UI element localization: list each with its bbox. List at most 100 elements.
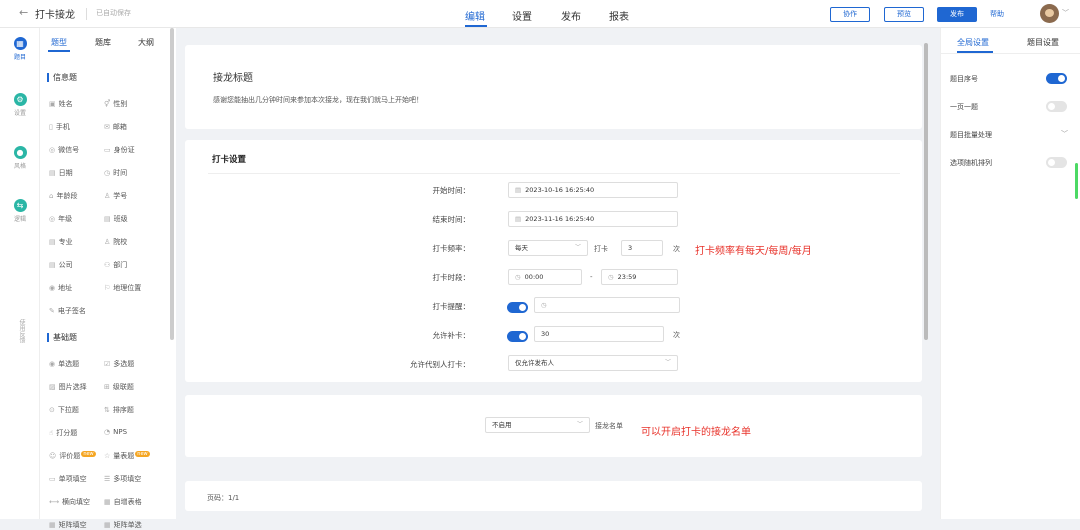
question-type-item[interactable]: ▦ 矩阵填空 <box>49 520 87 530</box>
question-type-item[interactable]: ♙ 院校 <box>104 237 127 247</box>
start-time-label: 开始时间： <box>432 186 471 195</box>
frequency-count-input[interactable]: 3 <box>621 240 663 256</box>
question-type-item[interactable]: ⚇ 部门 <box>104 260 127 270</box>
tab-outline[interactable]: 大纲 <box>138 37 154 48</box>
question-type-item[interactable]: ☰ 多项填空 <box>104 474 141 484</box>
makeup-label: 允许补卡： <box>432 331 471 340</box>
question-type-item[interactable]: ◉ 单选题 <box>49 359 79 369</box>
question-type-item[interactable]: ⟷ 横向填空 <box>49 497 90 507</box>
survey-description[interactable]: 感谢您能抽出几分钟时间来参加本次接龙，现在我们就马上开始吧！ <box>213 95 423 105</box>
random-options-label: 选项随机排列 <box>950 159 992 167</box>
nav-settings[interactable]: ⚙ 设置 <box>0 93 40 117</box>
namelist-select[interactable]: 不启用 ﹀ <box>485 417 590 433</box>
makeup-toggle[interactable] <box>507 331 528 342</box>
question-type-item[interactable]: ◷ 时间 <box>104 168 127 178</box>
reminder-time-input[interactable]: ◷ <box>534 297 680 313</box>
frequency-select[interactable]: 每天 ﹀ <box>508 240 588 256</box>
question-type-item[interactable]: ▤ 公司 <box>49 260 73 270</box>
nav-questions[interactable]: ▦ 题目 <box>0 37 40 61</box>
question-type-item[interactable]: ▣ 姓名 <box>49 99 73 109</box>
scrollbar[interactable] <box>924 43 928 340</box>
question-type-icon: ⊞ <box>104 383 110 391</box>
question-type-item[interactable]: ☆ 量表题 new <box>104 451 150 461</box>
question-type-item[interactable]: ▤ 专业 <box>49 237 73 247</box>
question-type-item[interactable]: ▨ 图片选择 <box>49 382 87 392</box>
tab-publish[interactable]: 发布 <box>561 8 581 23</box>
question-type-icon: ▦ <box>49 521 56 529</box>
question-type-item[interactable]: ✉ 邮箱 <box>104 122 127 132</box>
question-number-toggle[interactable] <box>1046 73 1067 84</box>
question-type-item[interactable]: ▭ 单项填空 <box>49 474 87 484</box>
question-type-item[interactable]: ◎ 微信号 <box>49 145 79 155</box>
question-type-icon: ▤ <box>49 169 56 177</box>
chevron-down-icon[interactable]: ﹀ <box>1062 8 1069 18</box>
question-type-item[interactable]: ☝ 打分题 <box>49 428 77 438</box>
question-type-item[interactable]: ☺ 评价题 new <box>49 451 96 461</box>
autosave-status: 已自动保存 <box>96 9 131 17</box>
publish-button[interactable]: 发布 <box>937 7 977 22</box>
question-type-item[interactable]: ⊙ 下拉题 <box>49 405 79 415</box>
question-type-item[interactable]: ▦ 自增表格 <box>104 497 142 507</box>
question-type-item[interactable]: ▤ 班级 <box>104 214 128 224</box>
question-type-icon: ☺ <box>49 452 57 460</box>
question-type-icon: ☑ <box>104 360 111 368</box>
question-type-icon: ⊙ <box>49 406 55 414</box>
batch-process-label[interactable]: 题目批量处理 <box>950 130 992 140</box>
question-type-item[interactable]: ⌂ 年龄段 <box>49 191 77 201</box>
reminder-toggle[interactable] <box>507 302 528 313</box>
preview-button[interactable]: 预览 <box>884 7 924 22</box>
question-type-item[interactable]: ⚥ 性别 <box>104 99 127 109</box>
random-options-toggle[interactable] <box>1046 157 1067 168</box>
question-type-icon: ◉ <box>49 284 56 292</box>
question-type-icon: ▭ <box>104 146 111 154</box>
tab-edit[interactable]: 编辑 <box>465 8 485 23</box>
period-end-input[interactable]: ◷ 23:59 <box>601 269 678 285</box>
question-type-icon: ▯ <box>49 123 53 131</box>
nav-style[interactable]: ● 风格 <box>0 146 40 170</box>
question-type-item[interactable]: ◎ 年级 <box>49 214 72 224</box>
question-type-item[interactable]: ⇅ 排序题 <box>104 405 134 415</box>
feedback-link[interactable]: 使用反馈 <box>12 303 26 359</box>
question-type-item[interactable]: ◉ 地址 <box>49 283 72 293</box>
question-type-item[interactable]: ⚐ 地理位置 <box>104 283 141 293</box>
namelist-card: 不启用 ﹀ 接龙名单 <box>185 395 922 457</box>
tab-global-settings[interactable]: 全局设置 <box>957 37 989 48</box>
question-type-item[interactable]: ♙ 学号 <box>104 191 127 201</box>
proxy-select[interactable]: 仅允许发布人 ﹀ <box>508 355 678 371</box>
tab-question-settings[interactable]: 题目设置 <box>1027 37 1059 48</box>
collab-button[interactable]: 协作 <box>830 7 870 22</box>
question-type-item[interactable]: ▤ 日期 <box>49 168 73 178</box>
question-type-item[interactable]: ▦ 矩阵单选 <box>104 520 142 530</box>
survey-title[interactable]: 接龙标题 <box>213 69 253 84</box>
tab-question-bank[interactable]: 题库 <box>95 37 111 48</box>
question-type-icon: ⚥ <box>104 100 111 108</box>
question-type-icon: ⌂ <box>49 192 54 200</box>
nav-logic[interactable]: ⇆ 逻辑 <box>0 199 40 223</box>
divider <box>941 53 1080 54</box>
settings-panel: 全局设置 题目设置 题目序号 一页一题 题目批量处理 ﹀ 选项随机排列 <box>940 28 1080 519</box>
question-type-item[interactable]: ⊞ 级联题 <box>104 382 134 392</box>
question-type-item[interactable]: ▭ 身份证 <box>104 145 135 155</box>
avatar[interactable] <box>1040 4 1059 23</box>
question-type-item[interactable]: ✎ 电子签名 <box>49 306 86 316</box>
tab-report[interactable]: 报表 <box>609 8 629 23</box>
new-badge: new <box>81 451 96 457</box>
tab-settings[interactable]: 设置 <box>512 8 532 23</box>
scrollbar[interactable] <box>170 28 174 340</box>
help-link[interactable]: 帮助 <box>990 9 1004 19</box>
end-time-input[interactable]: ▤ 2023-11-16 16:25:40 <box>508 211 678 227</box>
tab-question-types[interactable]: 题型 <box>51 37 67 48</box>
one-per-page-toggle[interactable] <box>1046 101 1067 112</box>
chevron-down-icon[interactable]: ﹀ <box>1061 129 1068 139</box>
question-type-icon: ⚇ <box>104 261 111 269</box>
period-start-input[interactable]: ◷ 00:00 <box>508 269 582 285</box>
question-type-icon: ◎ <box>49 215 56 223</box>
question-type-item[interactable]: ▯ 手机 <box>49 122 70 132</box>
question-type-item[interactable]: ☑ 多选题 <box>104 359 134 369</box>
title-card[interactable]: 接龙标题 感谢您能抽出几分钟时间来参加本次接龙，现在我们就马上开始吧！ <box>185 45 922 129</box>
start-time-input[interactable]: ▤ 2023-10-16 16:25:40 <box>508 182 678 198</box>
arrow-left-icon[interactable]: ← <box>19 6 28 19</box>
scrollbar[interactable] <box>1075 163 1078 199</box>
makeup-count-input[interactable]: 30 <box>534 326 664 342</box>
question-type-item[interactable]: ◔ NPS <box>104 428 127 436</box>
